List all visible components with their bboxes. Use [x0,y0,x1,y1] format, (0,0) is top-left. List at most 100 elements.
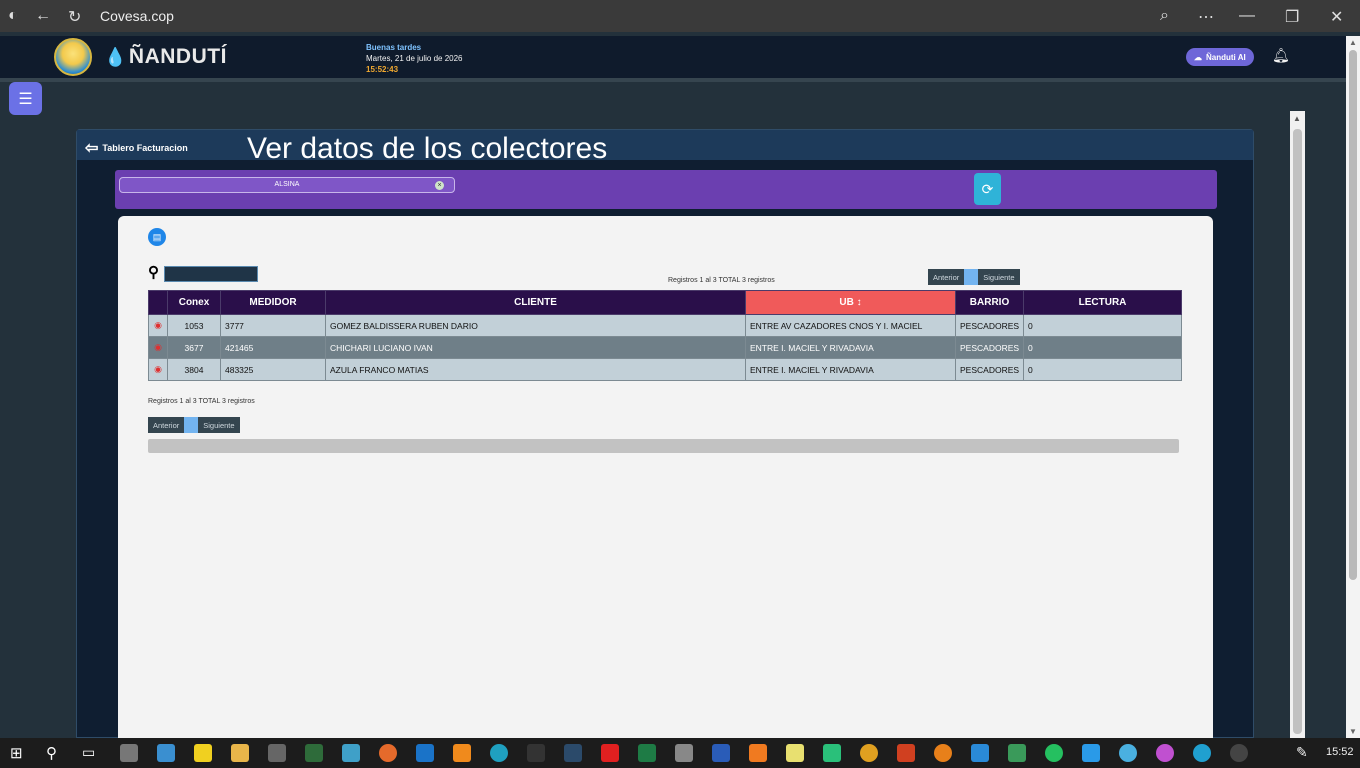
cell-barrio: PESCADORES [954,314,1025,337]
taskbar-clock[interactable]: 15:52 [1326,746,1354,758]
taskbar-app-icon[interactable] [157,744,175,762]
windows-start-icon[interactable]: ⊞ [10,744,28,762]
taskbar-app-icon[interactable] [1082,744,1100,762]
row-radio-icon[interactable]: ◉ [154,320,162,330]
current-date: Martes, 21 de julio de 2026 [366,54,463,63]
notepad-icon[interactable] [786,744,804,762]
filter-bar: ALSINA × ⟳ [115,170,1217,209]
header-conex[interactable]: Conex [167,290,221,315]
restore-icon[interactable]: ❐ [1285,7,1299,27]
whatsapp-icon[interactable] [1045,744,1063,762]
firefox-icon[interactable] [379,744,397,762]
next-page-button[interactable]: Siguiente [978,269,1020,285]
clear-filter-icon[interactable]: × [435,181,444,190]
taskbar-app-icon[interactable] [1008,744,1026,762]
header-ub[interactable]: UB ↕ [745,290,956,315]
current-page-button[interactable] [184,417,199,433]
taskbar-app-icon[interactable] [1193,744,1211,762]
page-title: Ver datos de los colectores [247,132,608,165]
page-scroll-thumb[interactable] [1349,50,1357,580]
greeting-text: Buenas tardes [366,43,422,52]
row-select-cell[interactable]: ◉ [148,336,168,359]
panel-scrollbar[interactable]: ▲ [1290,111,1305,738]
cell-ub: ENTRE I. MACIEL Y RIVADAVIA [745,358,956,381]
table-row[interactable]: ◉ 1053 3777 GOMEZ BALDISSERA RUBEN DARIO… [148,314,1182,337]
ai-assistant-button[interactable]: ☁ Ñanduti AI [1186,48,1254,66]
covesa-logo[interactable] [54,38,92,76]
row-select-cell[interactable]: ◉ [148,314,168,337]
cell-medidor: 3777 [220,314,326,337]
scroll-down-icon[interactable]: ▼ [1349,727,1357,736]
bell-icon[interactable]: 🔔︎ [1272,47,1290,64]
search-icon: ⚲ [148,264,159,281]
header-medidor[interactable]: MEDIDOR [220,290,326,315]
robot-icon: ☁ [1194,52,1202,62]
barrio-filter-select[interactable]: ALSINA × [119,177,455,193]
nanduti-app-icon[interactable] [342,744,360,762]
export-icon[interactable]: ▤ [148,228,166,246]
taskbar-app-icon[interactable] [860,744,878,762]
records-count-top: Registros 1 al 3 TOTAL 3 registros [668,277,775,284]
zoom-icon[interactable]: ⌕ [1160,7,1169,25]
table-header-row: Conex MEDIDOR CLIENTE UB ↕ BARRIO LECTUR… [148,290,1182,315]
scroll-up-icon[interactable]: ▲ [1349,38,1357,47]
more-options-icon[interactable]: ⋯ [1198,7,1214,27]
vscode-icon[interactable] [971,744,989,762]
cell-ub: ENTRE I. MACIEL Y RIVADAVIA [745,336,956,359]
taskbar-search-icon[interactable]: ⚲ [46,744,64,762]
main-panel: ⇦ Tablero Facturacion Ver datos de los c… [76,129,1254,739]
taskbar-app-icon[interactable] [1230,744,1248,762]
search-input[interactable] [164,266,258,282]
powerpoint-icon[interactable] [897,744,915,762]
filter-value: ALSINA [274,181,300,188]
reload-icon[interactable]: ↻ [68,7,81,27]
pen-icon[interactable]: ✎ [1296,744,1314,762]
prev-page-button[interactable]: Anterior [148,417,185,433]
taskbar-app-icon[interactable] [305,744,323,762]
file-explorer-icon[interactable] [231,744,249,762]
refresh-button[interactable]: ⟳ [974,173,1001,205]
calculator-icon[interactable] [268,744,286,762]
back-to-dashboard-link[interactable]: ⇦ Tablero Facturacion [85,138,188,158]
row-select-cell[interactable]: ◉ [148,358,168,381]
taskbar-app-icon[interactable] [1156,744,1174,762]
back-arrow-icon[interactable]: ← [35,7,51,25]
taskbar-app-icon[interactable] [120,744,138,762]
cell-lectura: 0 [1023,314,1182,337]
taskbar-app-icon[interactable] [1119,744,1137,762]
row-radio-icon[interactable]: ◉ [154,364,162,374]
panel-scroll-up-icon[interactable]: ▲ [1293,114,1301,123]
next-page-button[interactable]: Siguiente [198,417,240,433]
excel-icon[interactable] [638,744,656,762]
header-lectura[interactable]: LECTURA [1023,290,1182,315]
minimize-icon[interactable]: — [1239,7,1255,25]
cell-barrio: PESCADORES [954,336,1025,359]
taskbar-app-icon[interactable] [934,744,952,762]
header-cliente[interactable]: CLIENTE [325,290,746,315]
drop-icon: 💧 [104,47,127,67]
hamburger-menu-button[interactable]: ☰ [9,82,42,115]
header-barrio[interactable]: BARRIO [954,290,1025,315]
current-page-button[interactable] [964,269,979,285]
edge-icon[interactable] [490,744,508,762]
prev-page-button[interactable]: Anterior [928,269,965,285]
taskbar-app-icon[interactable] [564,744,582,762]
page-scrollbar[interactable]: ▲ ▼ [1346,36,1360,738]
taskbar-app-icon[interactable] [527,744,545,762]
panel-scroll-thumb[interactable] [1293,129,1302,734]
taskbar-app-icon[interactable] [823,744,841,762]
close-icon[interactable]: ✕ [1330,7,1343,27]
word-icon[interactable] [712,744,730,762]
windows-taskbar: ⊞ ⚲ ▭ ✎ 15:52 [0,738,1360,768]
outlook-icon[interactable] [416,744,434,762]
task-view-icon[interactable]: ▭ [82,744,100,762]
sticky-notes-icon[interactable] [194,744,212,762]
taskbar-app-icon[interactable] [675,744,693,762]
taskbar-app-icon[interactable] [453,744,471,762]
table-row[interactable]: ◉ 3804 483325 AZULA FRANCO MATIAS ENTRE … [148,358,1182,381]
taskbar-app-icon[interactable] [749,744,767,762]
youtube-icon[interactable] [601,744,619,762]
table-row[interactable]: ◉ 3677 421465 CHICHARI LUCIANO IVAN ENTR… [148,336,1182,359]
row-radio-icon[interactable]: ◉ [154,342,162,352]
ai-button-label: Ñanduti AI [1206,52,1246,62]
